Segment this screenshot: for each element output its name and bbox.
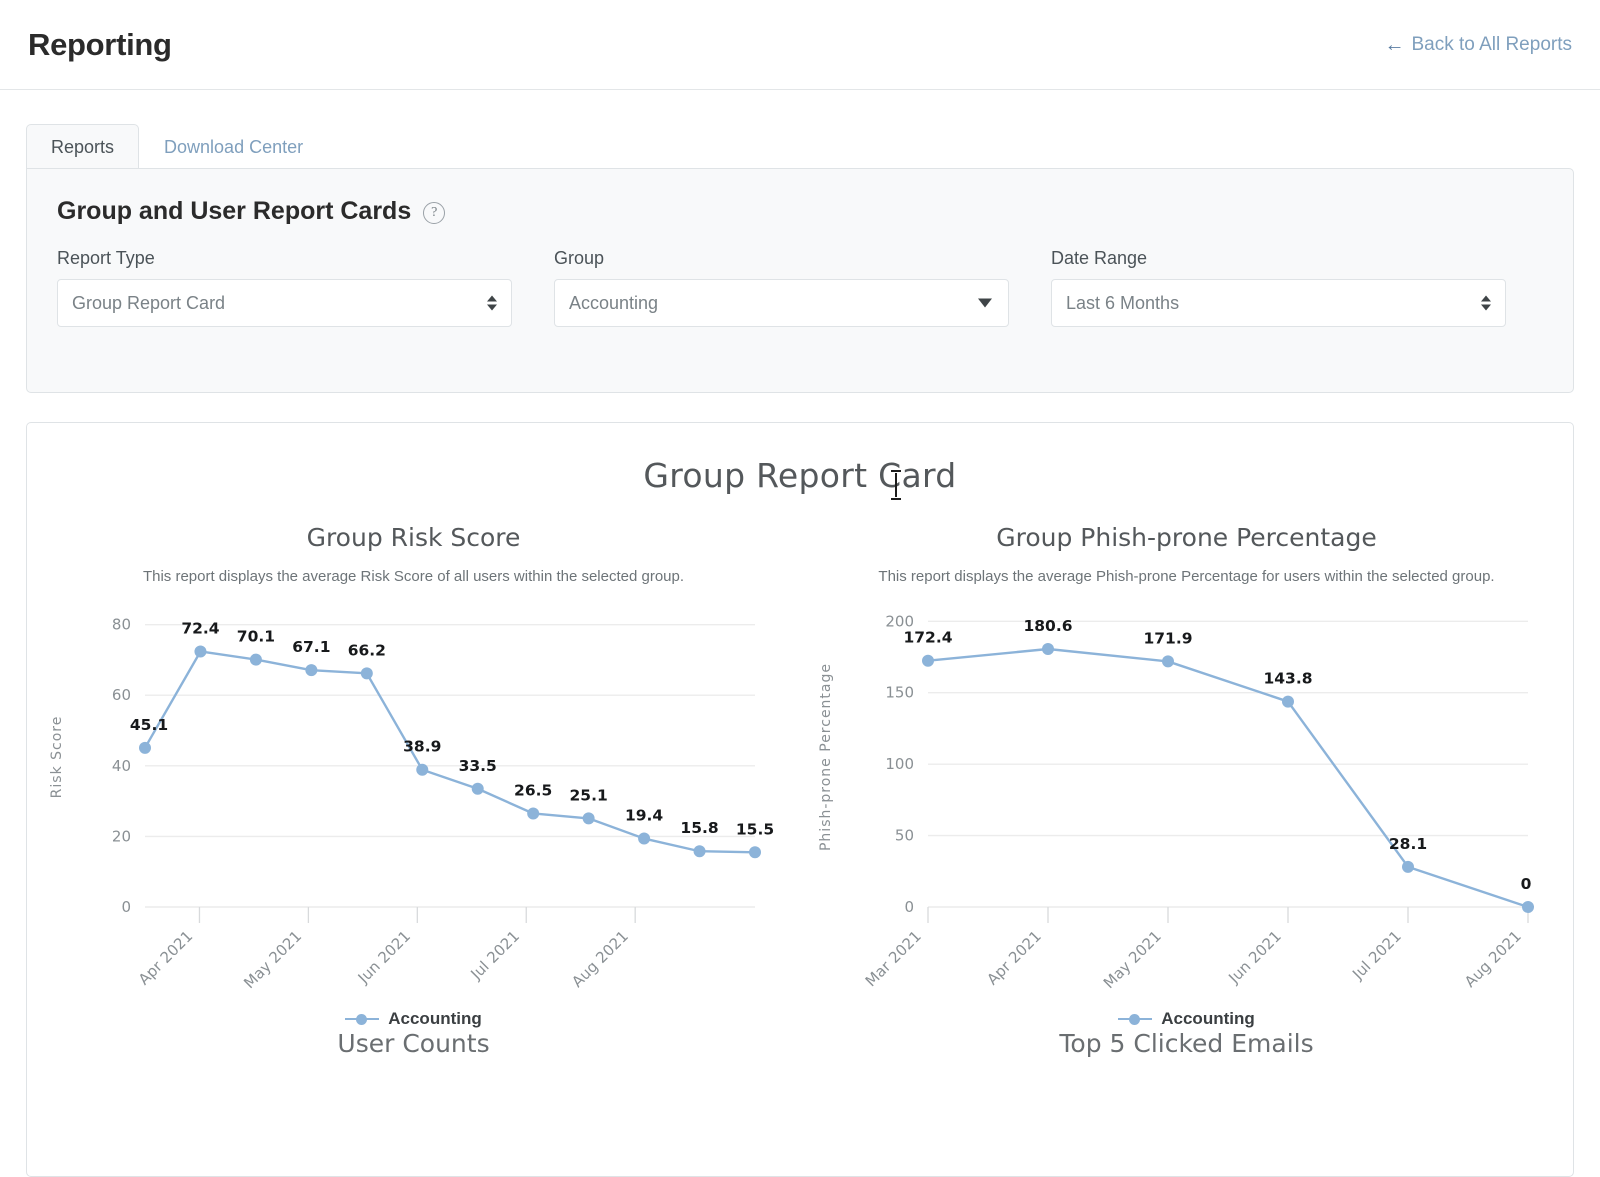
date-range-value: Last 6 Months	[1066, 292, 1180, 313]
group-risk-score-chart: Group Risk Score This report displays th…	[27, 495, 800, 1029]
svg-text:15.8: 15.8	[680, 819, 718, 837]
svg-text:143.8: 143.8	[1263, 669, 1312, 687]
svg-text:Aug 2021: Aug 2021	[1461, 927, 1525, 991]
bottom-sections: User Counts Top 5 Clicked Emails	[27, 1029, 1573, 1058]
svg-text:100: 100	[885, 755, 914, 773]
filter-card-header: Group and User Report Cards ?	[27, 169, 1573, 226]
chart-title-risk-score: Group Risk Score	[306, 523, 521, 552]
date-range-label: Date Range	[1051, 248, 1148, 268]
svg-text:Apr 2021: Apr 2021	[135, 927, 196, 988]
svg-text:May 2021: May 2021	[240, 927, 305, 992]
report-type-value: Group Report Card	[72, 292, 226, 313]
group-field: Group Accounting	[554, 248, 1009, 327]
chart-title-phish-prone: Group Phish-prone Percentage	[996, 523, 1377, 552]
updown-arrows-icon	[1481, 295, 1491, 311]
group-phish-prone-chart: Group Phish-prone Percentage This report…	[800, 495, 1573, 1029]
svg-text:15.5: 15.5	[736, 820, 774, 838]
tab-download-center[interactable]: Download Center	[139, 124, 328, 168]
group-label: Group	[554, 248, 605, 268]
svg-text:60: 60	[112, 686, 131, 704]
svg-text:72.4: 72.4	[181, 619, 219, 637]
group-select[interactable]: Accounting	[554, 279, 1009, 327]
tab-reports[interactable]: Reports	[26, 124, 140, 168]
svg-text:172.4: 172.4	[903, 628, 952, 646]
group-value: Accounting	[569, 292, 659, 313]
report-type-label: Report Type	[57, 248, 155, 268]
svg-text:Jul 2021: Jul 2021	[1348, 927, 1405, 984]
tab-download-center-label: Download Center	[164, 137, 304, 157]
risk-score-plot-svg: 0 20 40 60 80 Risk Score Apr 2021 May 2021 Jun 2…	[49, 615, 774, 992]
tab-reports-label: Reports	[51, 137, 115, 157]
svg-text:180.6: 180.6	[1023, 617, 1072, 635]
svg-text:26.5: 26.5	[514, 781, 552, 799]
svg-text:67.1: 67.1	[292, 638, 330, 656]
phish-prone-plot-svg: 0 50 100 150 200 Phish-prone Percentage Mar 20…	[818, 612, 1534, 992]
back-link-label: Back to All Reports	[1411, 33, 1572, 55]
filter-fields: Report Type Group Report Card Group Acco…	[27, 226, 1573, 327]
svg-text:19.4: 19.4	[625, 806, 663, 824]
charts-row: Group Risk Score This report displays th…	[27, 495, 1573, 1029]
svg-text:200: 200	[885, 612, 914, 630]
report-card-heading: Group Report Card	[643, 456, 957, 495]
svg-text:171.9: 171.9	[1143, 629, 1192, 647]
svg-text:Apr 2021: Apr 2021	[983, 927, 1044, 988]
svg-text:0: 0	[121, 898, 131, 916]
svg-text:0: 0	[904, 898, 914, 916]
svg-text:38.9: 38.9	[403, 737, 441, 755]
svg-text:80: 80	[112, 615, 131, 633]
svg-text:33.5: 33.5	[459, 756, 497, 774]
reporting-page: Reporting ← Back to All Reports Reports …	[0, 0, 1600, 1177]
svg-text:25.1: 25.1	[570, 786, 608, 804]
svg-text:Risk Score: Risk Score	[49, 715, 65, 798]
page-title: Reporting	[28, 26, 172, 62]
back-to-all-reports-link[interactable]: ← Back to All Reports	[1384, 34, 1572, 56]
chart-desc-phish-prone: This report displays the average Phish-p…	[878, 568, 1495, 585]
updown-arrows-icon	[487, 295, 497, 311]
svg-text:Phish-prone Percentage: Phish-prone Percentage	[818, 662, 834, 850]
svg-text:150: 150	[885, 683, 914, 701]
left-arrow-icon: ←	[1384, 33, 1405, 56]
svg-text:Jul 2021: Jul 2021	[466, 927, 523, 984]
svg-text:0: 0	[1521, 875, 1532, 893]
phish-prone-plot: 0 50 100 150 200 Phish-prone Percentage Mar 20…	[800, 589, 1573, 1019]
svg-text:Aug 2021: Aug 2021	[568, 927, 632, 991]
section-title-user-counts: User Counts	[337, 1028, 490, 1058]
chart-desc-risk-score: This report displays the average Risk Sc…	[142, 568, 685, 585]
help-circle-icon[interactable]: ?	[423, 202, 446, 224]
svg-text:May 2021: May 2021	[1100, 927, 1165, 992]
chevron-down-icon	[978, 298, 992, 308]
tab-bar: Reports Download Center	[26, 118, 328, 168]
svg-text:50: 50	[895, 826, 914, 844]
svg-text:28.1: 28.1	[1389, 834, 1427, 852]
legend-line-marker-icon	[1118, 1013, 1153, 1025]
date-range-field: Date Range Last 6 Months	[1051, 248, 1506, 327]
section-title-top-5-clicked-emails: Top 5 Clicked Emails	[1059, 1028, 1314, 1058]
svg-text:45.1: 45.1	[130, 715, 168, 733]
svg-text:Mar 2021: Mar 2021	[862, 927, 925, 990]
app-header: Reporting ← Back to All Reports	[0, 0, 1600, 90]
filter-card-title: Group and User Report Cards	[57, 197, 412, 225]
report-type-select[interactable]: Group Report Card	[57, 279, 512, 327]
svg-text:40: 40	[112, 756, 131, 774]
svg-text:66.2: 66.2	[348, 641, 386, 659]
report-card-panel: Group Report Card Group Risk Score This …	[26, 422, 1574, 1177]
risk-score-plot: 0 20 40 60 80 Risk Score Apr 2021 May 2021 Jun 2…	[27, 589, 800, 1019]
svg-text:Jun 2021: Jun 2021	[354, 927, 414, 987]
legend-line-marker-icon	[345, 1013, 380, 1025]
svg-text:Jun 2021: Jun 2021	[1224, 927, 1284, 987]
svg-text:70.1: 70.1	[237, 627, 275, 645]
date-range-select[interactable]: Last 6 Months	[1051, 279, 1506, 327]
svg-text:20: 20	[112, 827, 131, 845]
report-type-field: Report Type Group Report Card	[57, 248, 512, 327]
filter-card: Group and User Report Cards ? Report Typ…	[26, 168, 1574, 393]
